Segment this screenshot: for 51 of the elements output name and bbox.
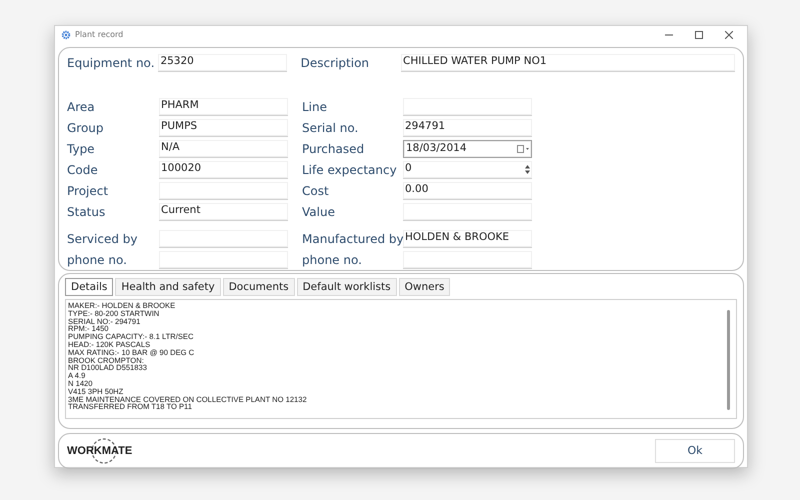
field-label: Group xyxy=(67,120,105,136)
calendar-icon[interactable] xyxy=(517,144,529,152)
input-field[interactable] xyxy=(403,250,532,268)
input-field[interactable] xyxy=(403,202,532,220)
field-label: Status xyxy=(67,204,106,220)
input-field[interactable]: Current xyxy=(159,202,288,220)
input-field[interactable]: 294791 xyxy=(403,118,532,136)
field-label: Serviced by xyxy=(67,230,138,248)
input-field[interactable] xyxy=(403,98,532,116)
tab[interactable]: Owners xyxy=(398,278,450,296)
notes-area[interactable] xyxy=(65,299,737,419)
window-title: Plant record xyxy=(75,28,124,40)
input-field[interactable]: 25320 xyxy=(158,54,287,72)
input-field[interactable] xyxy=(159,182,288,200)
ok-button[interactable]: Ok xyxy=(655,439,735,463)
input-field[interactable]: N/A xyxy=(159,140,288,158)
field-label: Area xyxy=(67,98,96,116)
maximize-icon[interactable] xyxy=(695,30,703,38)
input-field[interactable]: 0.00 xyxy=(403,182,532,200)
date-picker[interactable]: 18/03/2014 xyxy=(403,140,532,158)
field-label: Manufactured by xyxy=(302,230,403,248)
field-label: Project xyxy=(67,182,110,200)
close-icon[interactable] xyxy=(725,30,733,38)
input-field[interactable] xyxy=(159,250,288,268)
tab[interactable]: Health and safety xyxy=(115,278,221,296)
tab[interactable]: Default worklists xyxy=(296,278,397,296)
field-label: Type xyxy=(67,140,96,158)
spin-box[interactable]: 0 xyxy=(403,160,532,178)
input-field[interactable]: CHILLED WATER PUMP NO1 xyxy=(401,54,735,72)
scrollbar[interactable] xyxy=(727,310,730,410)
input-field[interactable]: PUMPS xyxy=(159,118,288,136)
tab[interactable]: Details xyxy=(65,278,114,296)
gear-icon xyxy=(61,30,71,40)
field-label: Value xyxy=(302,204,336,220)
field-label: Equipment no. xyxy=(67,54,156,72)
field-label: phone no. xyxy=(302,252,363,268)
field-label: Description xyxy=(300,54,370,72)
spinner-arrows-icon[interactable] xyxy=(525,164,530,174)
field-label: phone no. xyxy=(67,252,128,268)
input-field[interactable]: PHARM xyxy=(159,98,288,116)
input-field[interactable] xyxy=(159,230,288,248)
input-field[interactable]: 100020 xyxy=(159,160,288,178)
field-label: Serial no. xyxy=(302,120,360,136)
field-label: Line xyxy=(302,98,328,116)
field-label: Life expectancy xyxy=(302,162,398,178)
logo: WORKMATE xyxy=(67,436,137,466)
field-label: Cost xyxy=(302,182,330,200)
tab[interactable]: Documents xyxy=(222,278,295,296)
field-label: Code xyxy=(67,162,99,178)
input-field[interactable]: HOLDEN & BROOKE xyxy=(403,230,532,248)
field-label: Purchased xyxy=(302,140,366,158)
